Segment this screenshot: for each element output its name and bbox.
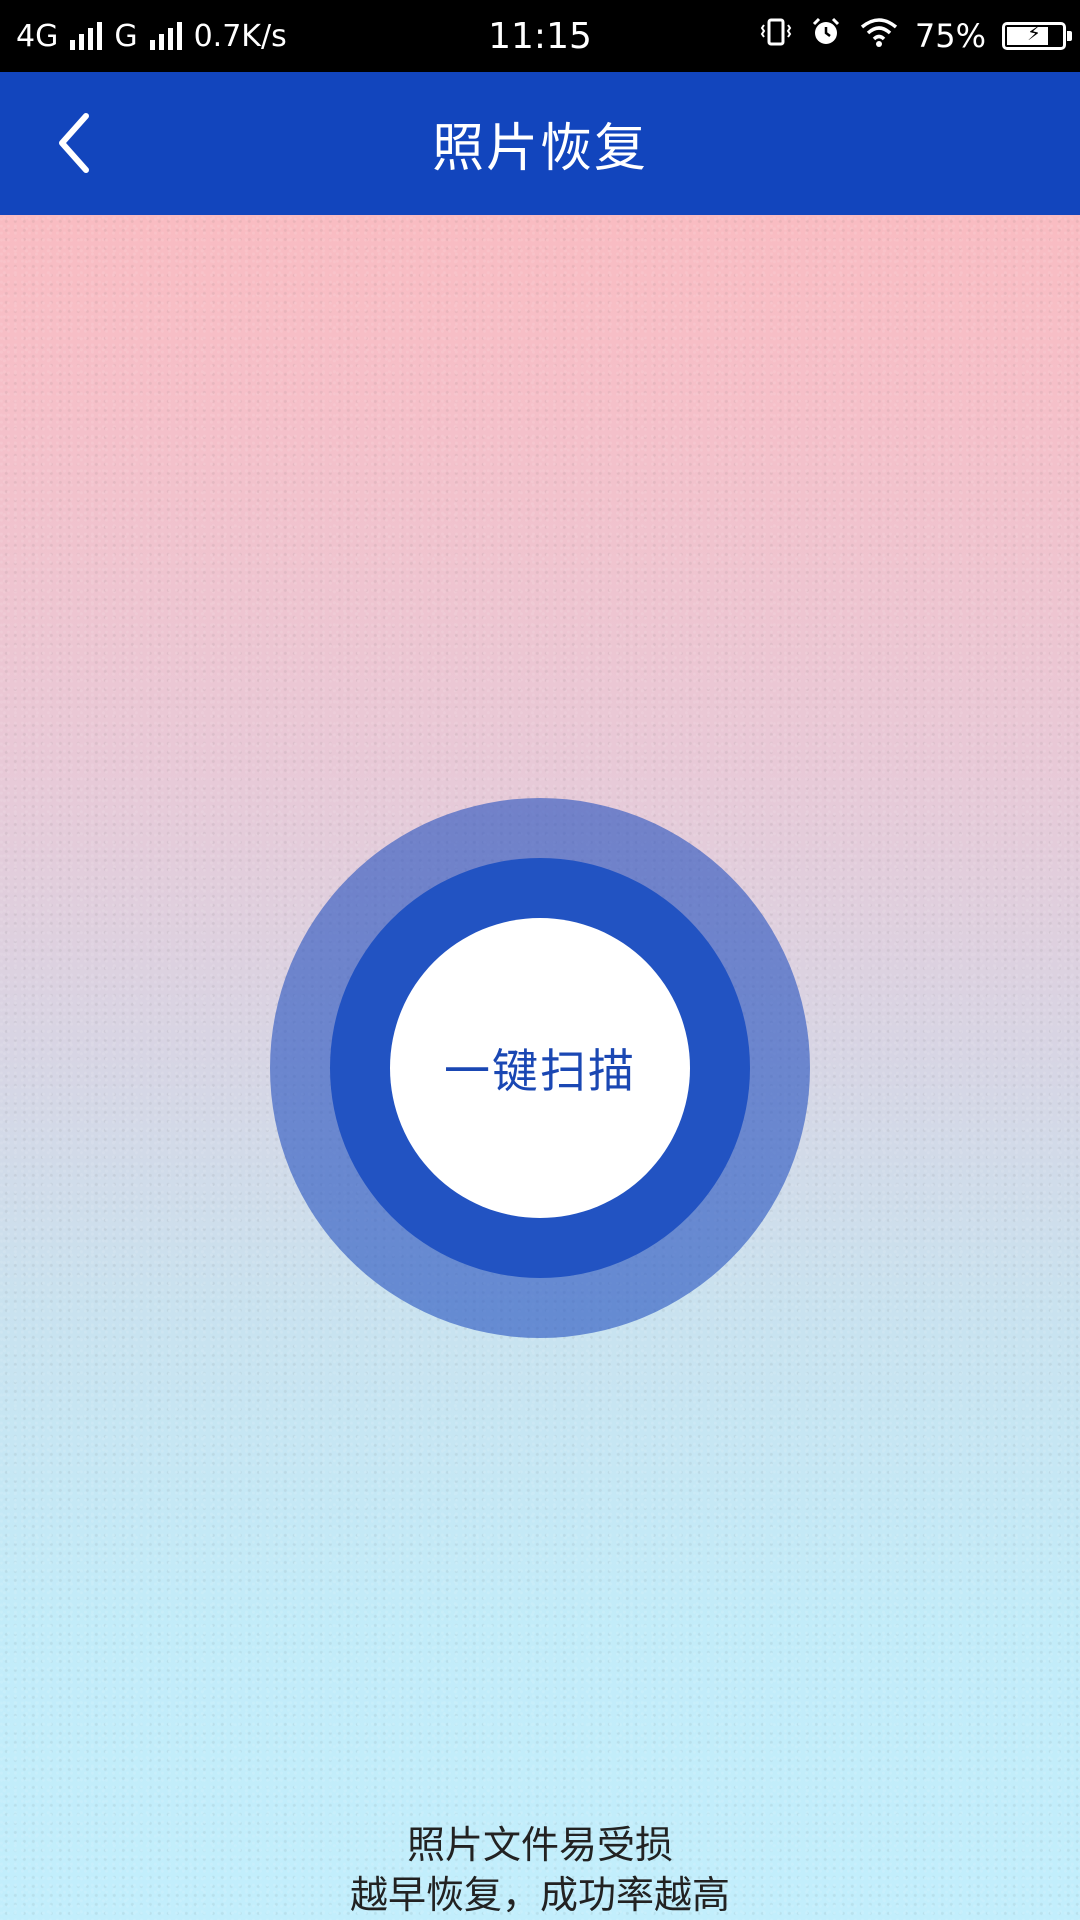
page-title: 照片恢复 xyxy=(431,119,648,179)
screen: 4G G 0.7K/s 11:15 75% ⚡ 照片恢复 一键扫描 照片文件易受… xyxy=(0,0,1080,1920)
scan-button-label: 一键扫描 xyxy=(444,1044,636,1098)
wifi-icon xyxy=(859,15,899,57)
chevron-left-icon xyxy=(59,113,89,173)
vibrate-icon xyxy=(759,15,793,57)
back-button[interactable] xyxy=(30,98,120,188)
recovery-tip: 照片文件易受损 越早恢复，成功率越高 xyxy=(0,1820,1080,1920)
tip-line-1: 照片文件易受损 xyxy=(406,1823,673,1867)
tip-line-2: 越早恢复，成功率越高 xyxy=(349,1873,730,1917)
one-click-scan-button[interactable]: 一键扫描 xyxy=(390,918,690,1218)
status-right: 75% ⚡ xyxy=(759,0,1072,72)
status-bar: 4G G 0.7K/s 11:15 75% ⚡ xyxy=(0,0,1080,72)
app-header: 照片恢复 xyxy=(0,72,1080,215)
battery-charging-icon: ⚡ xyxy=(1002,21,1072,50)
alarm-icon xyxy=(809,15,843,57)
battery-percent: 75% xyxy=(914,17,986,55)
